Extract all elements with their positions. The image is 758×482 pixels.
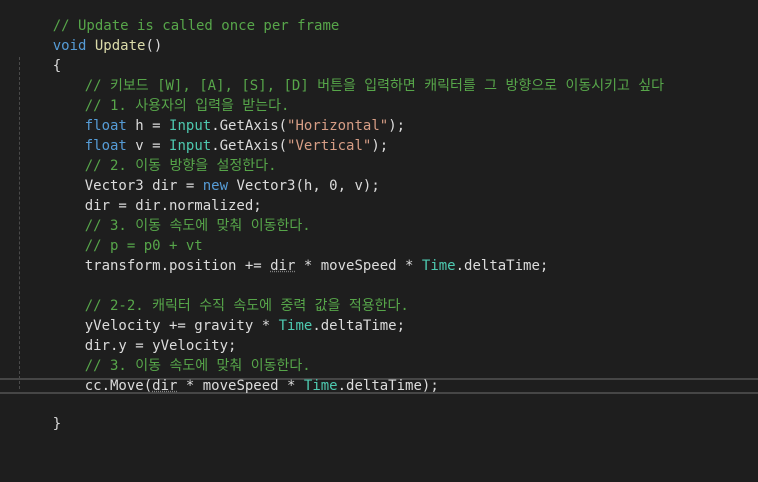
code-line-5: // 1. 사용자의 입력을 받는다. <box>0 76 758 114</box>
code-line-10: dir = dir.normalized; <box>0 176 758 214</box>
code-text: cc.Move( <box>84 378 153 394</box>
code-text: * moveSpeed * <box>295 258 422 274</box>
code-line-6: float h = Input.GetAxis("Horizontal"); <box>0 96 758 134</box>
code-text: .deltaTime); <box>337 378 439 394</box>
close-brace: } <box>52 416 62 432</box>
code-line-11: // 3. 이동 속도에 맞춰 이동한다. <box>0 196 758 234</box>
code-line-13: transform.position += dir * moveSpeed * … <box>0 236 758 274</box>
code-text: * moveSpeed * <box>177 378 304 394</box>
code-line-4: // 키보드 [W], [A], [S], [D] 버튼을 입력하면 캐릭터를 … <box>0 56 758 94</box>
code-text: .deltaTime; <box>455 258 549 274</box>
suggestion-squiggle[interactable]: dir <box>152 378 177 394</box>
code-line-9: Vector3 dir = new Vector3(h, 0, v); <box>0 156 758 194</box>
type-name: Time <box>421 258 456 274</box>
code-line-12: // p = p0 + vt <box>0 216 758 254</box>
code-editor[interactable]: // Update is called once per frame void … <box>0 0 758 482</box>
suggestion-squiggle[interactable]: dir <box>270 258 295 274</box>
code-line-15: // 2-2. 캐릭터 수직 속도에 중력 값을 적용한다. <box>0 276 758 314</box>
type-name: Time <box>303 378 338 394</box>
code-line-7: float v = Input.GetAxis("Vertical"); <box>0 116 758 154</box>
code-line-16: yVelocity += gravity * Time.deltaTime; <box>0 296 758 334</box>
code-line-8: // 2. 이동 방향을 설정한다. <box>0 136 758 174</box>
code-line-1: // Update is called once per frame <box>0 0 758 34</box>
code-line-19: cc.Move(dir * moveSpeed * Time.deltaTime… <box>0 356 758 394</box>
code-text: transform.position += <box>84 258 271 274</box>
code-line-21: } <box>0 394 758 432</box>
code-line-2: void Update() <box>0 16 758 54</box>
code-line-17: dir.y = yVelocity; <box>0 316 758 354</box>
code-line-3: { <box>0 36 758 74</box>
code-line-18: // 3. 이동 속도에 맞춰 이동한다. <box>0 336 758 374</box>
